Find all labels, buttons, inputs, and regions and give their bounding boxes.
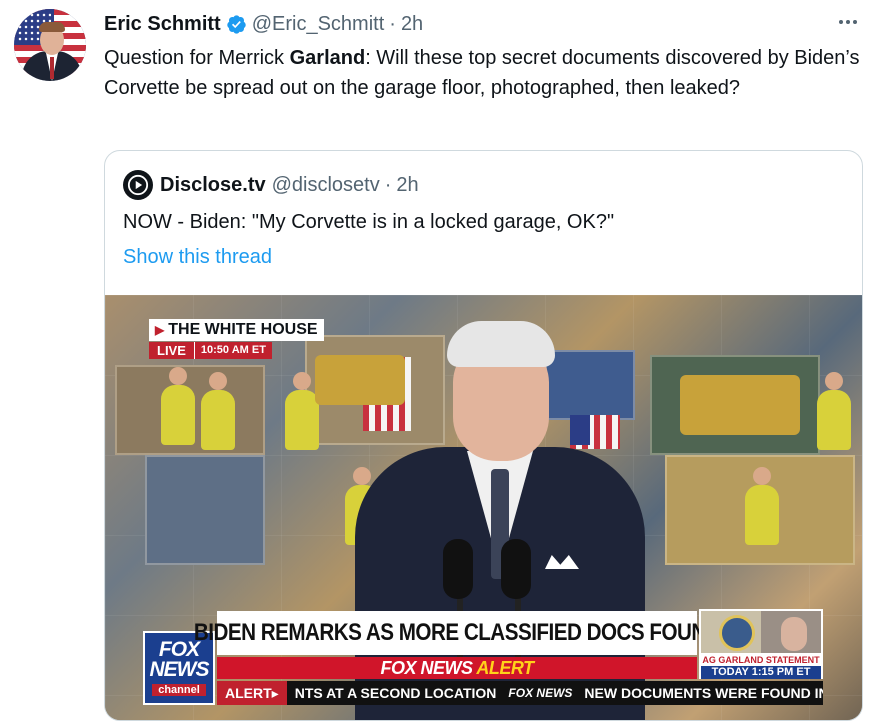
live-badge: LIVE bbox=[149, 342, 194, 359]
worker-figure bbox=[161, 367, 195, 445]
tweet-header: Eric Schmitt @Eric_Schmitt · 2h bbox=[104, 12, 423, 36]
tweet-timestamp[interactable]: 2h bbox=[401, 13, 423, 36]
tweet-text-bold: Garland bbox=[289, 47, 366, 69]
quoted-tweet-card[interactable]: Disclose.tv @disclosetv · 2h NOW - Biden… bbox=[104, 150, 863, 721]
play-triangle-icon: ▶ bbox=[155, 323, 165, 337]
live-location: ▶ THE WHITE HOUSE bbox=[149, 319, 324, 341]
ag-portrait bbox=[781, 617, 807, 651]
quote-timestamp[interactable]: 2h bbox=[396, 174, 418, 197]
worker-figure bbox=[817, 372, 851, 450]
fox-news-alert-bar: FOX NEWS ALERT bbox=[217, 657, 697, 679]
ticker-text: NTS AT A SECOND LOCATION bbox=[294, 685, 497, 701]
construction-vehicle bbox=[680, 375, 800, 435]
alert-word: ALERT bbox=[476, 657, 534, 678]
live-time: 10:50 AM ET bbox=[193, 342, 272, 359]
ticker-alert-label: ALERT▸ bbox=[217, 681, 287, 705]
fox-logo-text: NEWS bbox=[149, 658, 210, 681]
ticker-logo: FOX NEWS bbox=[508, 686, 573, 700]
show-thread-link[interactable]: Show this thread bbox=[123, 243, 272, 271]
fox-logo-text: channel bbox=[152, 684, 206, 696]
worker-figure bbox=[745, 467, 779, 545]
quote-author-avatar[interactable] bbox=[123, 170, 153, 200]
author-name[interactable]: Eric Schmitt bbox=[104, 13, 221, 36]
ag-thumbnail bbox=[701, 611, 821, 653]
more-options-icon[interactable] bbox=[834, 10, 862, 34]
microphone bbox=[443, 539, 473, 599]
ag-statement-title: AG GARLAND STATEMENT bbox=[701, 654, 821, 666]
doj-seal-icon bbox=[719, 615, 755, 651]
news-headline: BIDEN REMARKS AS MORE CLASSIFIED DOCS FO… bbox=[194, 611, 721, 655]
ag-statement-box: AG GARLAND STATEMENT TODAY 1:15 PM ET bbox=[699, 609, 823, 679]
tweet-text-part1: Question for Merrick bbox=[104, 47, 290, 69]
microphone bbox=[501, 539, 531, 599]
separator-dot: · bbox=[389, 12, 396, 35]
news-lower-third: FOX NEWS channel BIDEN REMARKS AS MORE C… bbox=[105, 609, 862, 720]
verified-badge-icon bbox=[226, 14, 247, 35]
ag-statement-time: TODAY 1:15 PM ET bbox=[701, 666, 821, 679]
live-bug: ▶ THE WHITE HOUSE LIVE 10:50 AM ET bbox=[149, 319, 324, 359]
author-handle[interactable]: @Eric_Schmitt bbox=[252, 13, 385, 36]
quote-header: Disclose.tv @disclosetv · 2h bbox=[123, 170, 419, 200]
quote-author-name[interactable]: Disclose.tv bbox=[160, 174, 266, 197]
ticker-text: NEW DOCUMENTS WERE FOUND IN bbox=[584, 685, 823, 701]
quote-separator-dot: · bbox=[384, 173, 392, 196]
worker-figure bbox=[285, 372, 319, 450]
collage-tile bbox=[145, 455, 265, 565]
play-icon bbox=[127, 174, 149, 196]
quote-text: NOW - Biden: "My Corvette is in a locked… bbox=[123, 211, 615, 233]
worker-figure bbox=[201, 372, 235, 450]
news-ticker: ALERT▸ NTS AT A SECOND LOCATION FOX NEWS… bbox=[217, 681, 823, 705]
quote-media-video[interactable]: ▶ THE WHITE HOUSE LIVE 10:50 AM ET FOX NE… bbox=[105, 295, 862, 720]
quote-author-handle[interactable]: @disclosetv bbox=[272, 174, 380, 197]
tweet-text: Question for Merrick Garland: Will these… bbox=[104, 43, 864, 103]
author-avatar[interactable] bbox=[14, 9, 86, 81]
alert-prefix: FOX NEWS bbox=[380, 657, 473, 678]
